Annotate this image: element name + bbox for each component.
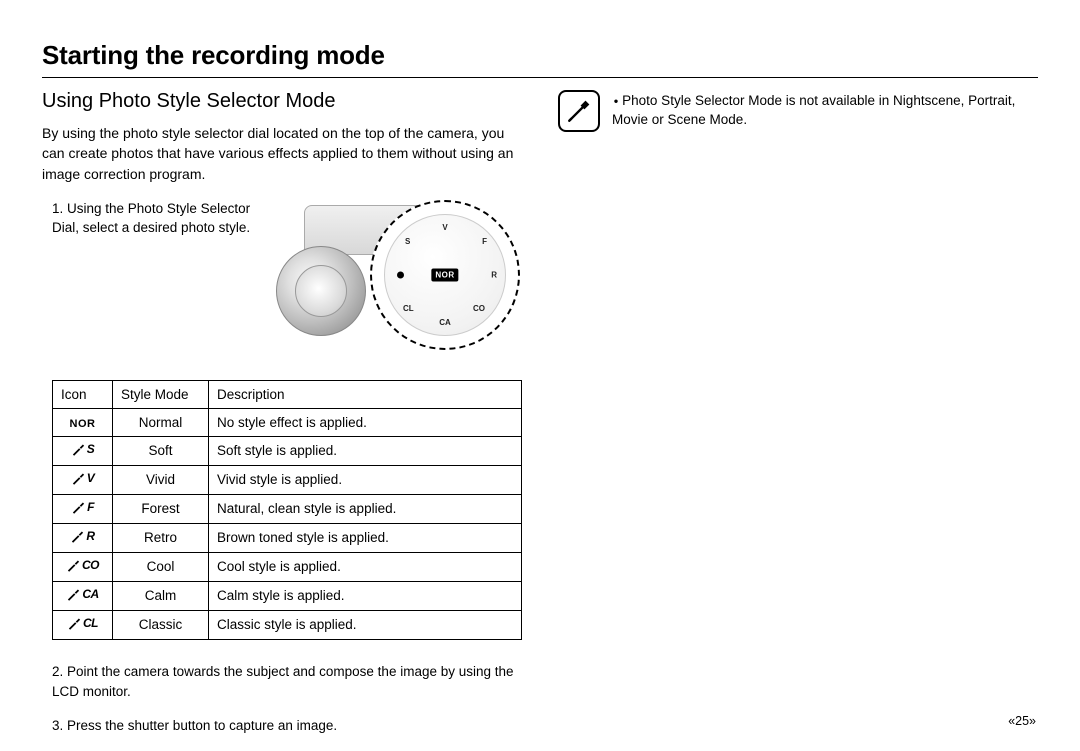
title-rule bbox=[42, 77, 1038, 78]
table-header-row: Icon Style Mode Description bbox=[53, 380, 522, 408]
cell-icon: F bbox=[53, 494, 113, 523]
selector-dial: NOR V F R CO CA CL S bbox=[370, 200, 520, 350]
brush-icon: V bbox=[71, 471, 95, 486]
right-column: ●Photo Style Selector Mode is not availa… bbox=[558, 90, 1038, 751]
step-1-text: 1. Using the Photo Style Selector Dial, … bbox=[42, 200, 252, 238]
page-title: Starting the recording mode bbox=[42, 40, 1038, 71]
step-2-text: 2. Point the camera towards the subject … bbox=[52, 662, 522, 703]
th-icon: Icon bbox=[53, 380, 113, 408]
table-row: V VividVivid style is applied. bbox=[53, 465, 522, 494]
intro-text: By using the photo style selector dial l… bbox=[42, 123, 522, 184]
cell-mode: Vivid bbox=[113, 465, 209, 494]
cell-mode: Cool bbox=[113, 552, 209, 581]
table-row: R RetroBrown toned style is applied. bbox=[53, 523, 522, 552]
note-box: ●Photo Style Selector Mode is not availa… bbox=[558, 90, 1038, 132]
table-row: CA CalmCalm style is applied. bbox=[53, 581, 522, 610]
cell-desc: Natural, clean style is applied. bbox=[209, 494, 522, 523]
cell-desc: Soft style is applied. bbox=[209, 436, 522, 465]
cell-desc: No style effect is applied. bbox=[209, 408, 522, 436]
cell-mode: Normal bbox=[113, 408, 209, 436]
table-row: S SoftSoft style is applied. bbox=[53, 436, 522, 465]
th-desc: Description bbox=[209, 380, 522, 408]
brush-icon: CA bbox=[66, 587, 98, 602]
dial-center-label: NOR bbox=[431, 268, 458, 281]
brush-icon: R bbox=[70, 529, 94, 544]
th-mode: Style Mode bbox=[113, 380, 209, 408]
camera-illustration: NOR V F R CO CA CL S bbox=[274, 200, 522, 350]
style-mode-table: Icon Style Mode Description NOR NormalNo … bbox=[52, 380, 522, 640]
cell-mode: Forest bbox=[113, 494, 209, 523]
step-3-text: 3. Press the shutter button to capture a… bbox=[52, 716, 522, 736]
cell-icon: S bbox=[53, 436, 113, 465]
table-row: CL ClassicClassic style is applied. bbox=[53, 610, 522, 639]
cell-desc: Cool style is applied. bbox=[209, 552, 522, 581]
cell-mode: Calm bbox=[113, 581, 209, 610]
cell-mode: Classic bbox=[113, 610, 209, 639]
table-row: CO CoolCool style is applied. bbox=[53, 552, 522, 581]
brush-icon: CO bbox=[66, 558, 99, 573]
brush-icon: F bbox=[71, 500, 94, 515]
note-icon bbox=[558, 90, 600, 132]
cell-icon: V bbox=[53, 465, 113, 494]
left-column: Using Photo Style Selector Mode By using… bbox=[42, 90, 522, 751]
cell-icon: CL bbox=[53, 610, 113, 639]
table-row: NOR NormalNo style effect is applied. bbox=[53, 408, 522, 436]
cell-desc: Classic style is applied. bbox=[209, 610, 522, 639]
cell-icon: CO bbox=[53, 552, 113, 581]
table-row: F ForestNatural, clean style is applied. bbox=[53, 494, 522, 523]
brush-icon: CL bbox=[67, 616, 98, 631]
cell-desc: Calm style is applied. bbox=[209, 581, 522, 610]
cell-icon: NOR bbox=[53, 408, 113, 436]
nor-icon: NOR bbox=[70, 418, 96, 430]
cell-mode: Retro bbox=[113, 523, 209, 552]
section-subtitle: Using Photo Style Selector Mode bbox=[42, 90, 522, 113]
note-text: ●Photo Style Selector Mode is not availa… bbox=[612, 90, 1038, 130]
cell-mode: Soft bbox=[113, 436, 209, 465]
cell-icon: R bbox=[53, 523, 113, 552]
page-number: «25» bbox=[1008, 714, 1036, 728]
brush-icon: S bbox=[71, 442, 95, 457]
cell-icon: CA bbox=[53, 581, 113, 610]
cell-desc: Brown toned style is applied. bbox=[209, 523, 522, 552]
cell-desc: Vivid style is applied. bbox=[209, 465, 522, 494]
